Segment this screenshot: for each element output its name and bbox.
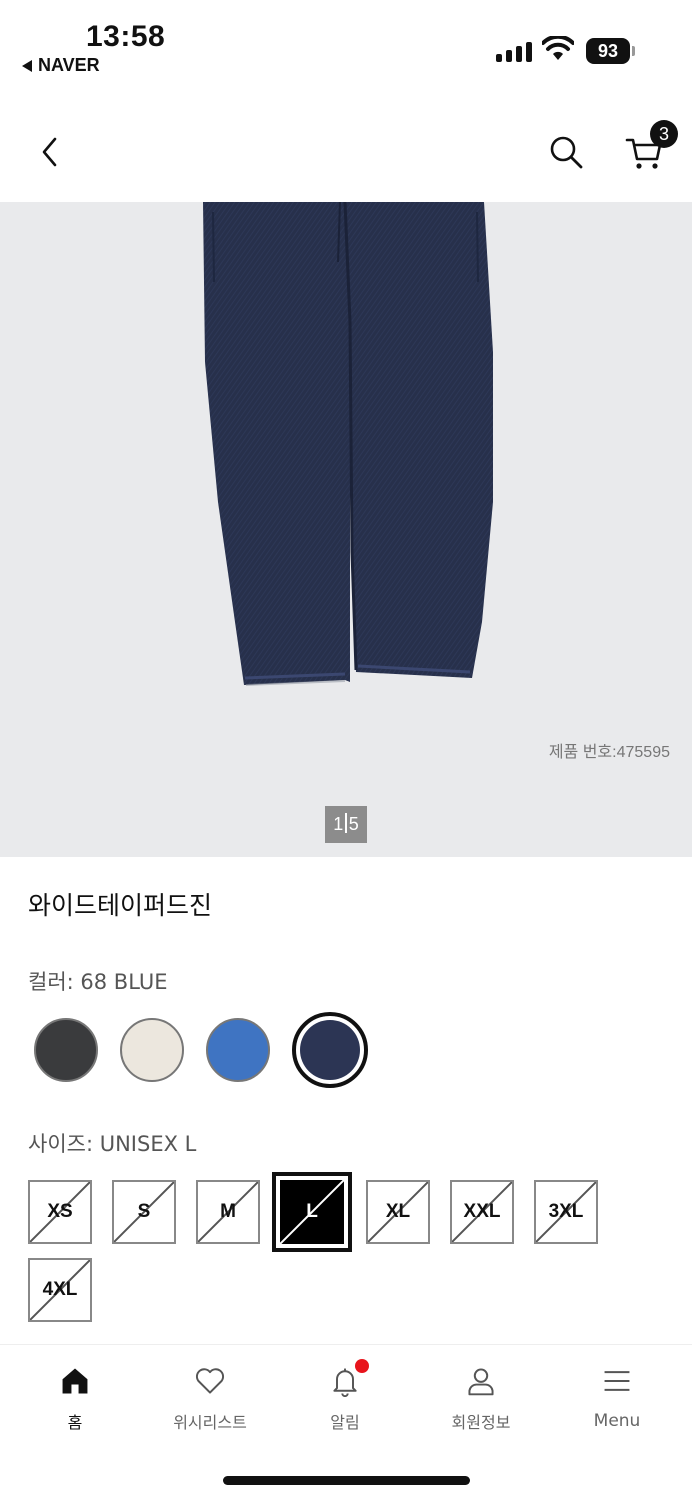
color-swatch[interactable] bbox=[292, 1012, 368, 1088]
size-option-label: 4XL bbox=[42, 1279, 78, 1300]
nav-item-user[interactable]: 회원정보 bbox=[426, 1363, 536, 1433]
size-option-label: XS bbox=[47, 1201, 73, 1222]
notification-dot bbox=[355, 1359, 369, 1373]
bell-icon bbox=[327, 1359, 369, 1399]
home-icon bbox=[57, 1363, 93, 1399]
search-button[interactable] bbox=[544, 130, 588, 174]
status-time: 13:58 bbox=[86, 20, 166, 53]
status-bar: 13:58 NAVER 93 bbox=[0, 0, 692, 90]
cellular-signal-icon bbox=[496, 40, 532, 62]
home-indicator bbox=[223, 1476, 470, 1485]
size-option[interactable]: XL bbox=[366, 1180, 430, 1244]
menu-icon bbox=[599, 1363, 635, 1399]
back-app-label: NAVER bbox=[38, 55, 100, 75]
chevron-left-icon bbox=[42, 137, 57, 167]
back-triangle-icon bbox=[22, 59, 32, 72]
nav-item-home[interactable]: 홈 bbox=[20, 1363, 130, 1433]
pager-current: 1 bbox=[333, 814, 344, 834]
battery-icon: 93 bbox=[586, 38, 630, 64]
nav-item-bell[interactable]: 알림 bbox=[290, 1359, 400, 1433]
size-option[interactable]: 4XL bbox=[28, 1258, 92, 1322]
pager-divider bbox=[345, 813, 347, 833]
color-label: 컬러: 68 BLUE bbox=[28, 970, 168, 994]
nav-item-label: Menu bbox=[593, 1411, 641, 1431]
pager-total: 5 bbox=[348, 814, 359, 834]
color-swatch[interactable] bbox=[34, 1018, 98, 1082]
size-option-label: XXL bbox=[463, 1201, 501, 1222]
size-option-label: 3XL bbox=[548, 1201, 584, 1222]
nav-item-menu[interactable]: Menu bbox=[562, 1363, 672, 1431]
product-image-gallery[interactable]: 제품 번호:475595 15 bbox=[0, 202, 692, 857]
size-option[interactable]: M bbox=[196, 1180, 260, 1244]
battery-tip bbox=[632, 46, 635, 56]
size-option-label: L bbox=[306, 1201, 318, 1222]
size-label: 사이즈: UNISEX L bbox=[28, 1132, 197, 1156]
color-swatch[interactable] bbox=[206, 1018, 270, 1082]
back-button[interactable] bbox=[28, 130, 72, 174]
nav-item-label: 알림 bbox=[330, 1413, 360, 1432]
top-header bbox=[0, 100, 692, 202]
nav-item-label: 위시리스트 bbox=[173, 1413, 247, 1432]
cart-count-badge: 3 bbox=[650, 120, 678, 148]
size-option[interactable]: S bbox=[112, 1180, 176, 1244]
size-option-label: S bbox=[137, 1201, 151, 1222]
search-icon bbox=[550, 136, 583, 169]
image-pager: 15 bbox=[325, 806, 367, 843]
nav-item-label: 홈 bbox=[67, 1413, 83, 1432]
size-option[interactable]: 3XL bbox=[534, 1180, 598, 1244]
color-swatch[interactable] bbox=[120, 1018, 184, 1082]
size-option[interactable]: XXL bbox=[450, 1180, 514, 1244]
product-code: 제품 번호:475595 bbox=[548, 744, 670, 761]
nav-item-heart[interactable]: 위시리스트 bbox=[155, 1363, 265, 1433]
back-to-app-link[interactable]: NAVER bbox=[22, 55, 100, 76]
product-name: 와이드테이퍼드진 bbox=[28, 891, 213, 920]
user-icon bbox=[463, 1363, 499, 1399]
wifi-icon bbox=[542, 36, 574, 60]
size-option-label: M bbox=[220, 1201, 236, 1222]
nav-item-label: 회원정보 bbox=[451, 1413, 511, 1432]
heart-icon bbox=[192, 1363, 228, 1399]
color-swatches bbox=[34, 1012, 368, 1088]
size-option-label: XL bbox=[385, 1201, 411, 1222]
size-option[interactable]: L bbox=[272, 1172, 352, 1252]
color-swatch-fill bbox=[300, 1020, 360, 1080]
size-option[interactable]: XS bbox=[28, 1180, 92, 1244]
